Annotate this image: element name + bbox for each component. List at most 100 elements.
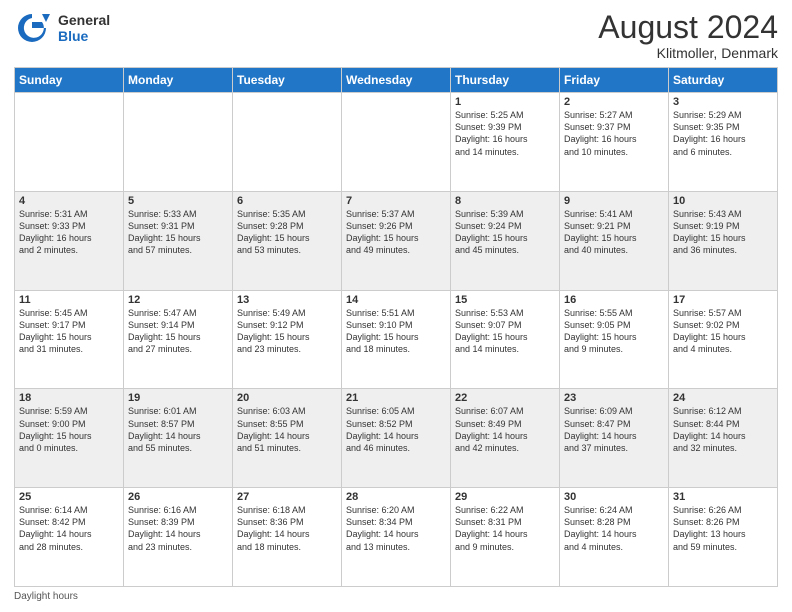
calendar-cell-1-7: 3Sunrise: 5:29 AM Sunset: 9:35 PM Daylig…: [669, 93, 778, 192]
day-info: Sunrise: 5:39 AM Sunset: 9:24 PM Dayligh…: [455, 208, 555, 257]
calendar-cell-4-5: 22Sunrise: 6:07 AM Sunset: 8:49 PM Dayli…: [451, 389, 560, 488]
week-row-4: 18Sunrise: 5:59 AM Sunset: 9:00 PM Dayli…: [15, 389, 778, 488]
calendar-cell-2-7: 10Sunrise: 5:43 AM Sunset: 9:19 PM Dayli…: [669, 191, 778, 290]
weekday-header-monday: Monday: [124, 68, 233, 93]
day-info: Sunrise: 5:55 AM Sunset: 9:05 PM Dayligh…: [564, 307, 664, 356]
calendar-cell-5-4: 28Sunrise: 6:20 AM Sunset: 8:34 PM Dayli…: [342, 488, 451, 587]
logo-icon: [14, 10, 50, 46]
calendar-cell-1-1: [15, 93, 124, 192]
weekday-header-sunday: Sunday: [15, 68, 124, 93]
day-number: 6: [237, 195, 337, 207]
day-info: Sunrise: 5:27 AM Sunset: 9:37 PM Dayligh…: [564, 109, 664, 158]
calendar-cell-5-3: 27Sunrise: 6:18 AM Sunset: 8:36 PM Dayli…: [233, 488, 342, 587]
calendar-cell-4-7: 24Sunrise: 6:12 AM Sunset: 8:44 PM Dayli…: [669, 389, 778, 488]
calendar-cell-4-2: 19Sunrise: 6:01 AM Sunset: 8:57 PM Dayli…: [124, 389, 233, 488]
day-number: 16: [564, 294, 664, 306]
day-info: Sunrise: 5:37 AM Sunset: 9:26 PM Dayligh…: [346, 208, 446, 257]
calendar-cell-1-6: 2Sunrise: 5:27 AM Sunset: 9:37 PM Daylig…: [560, 93, 669, 192]
day-number: 20: [237, 392, 337, 404]
day-number: 14: [346, 294, 446, 306]
day-info: Sunrise: 5:51 AM Sunset: 9:10 PM Dayligh…: [346, 307, 446, 356]
day-number: 18: [19, 392, 119, 404]
week-row-2: 4Sunrise: 5:31 AM Sunset: 9:33 PM Daylig…: [15, 191, 778, 290]
calendar-cell-5-7: 31Sunrise: 6:26 AM Sunset: 8:26 PM Dayli…: [669, 488, 778, 587]
calendar-cell-3-1: 11Sunrise: 5:45 AM Sunset: 9:17 PM Dayli…: [15, 290, 124, 389]
weekday-header-saturday: Saturday: [669, 68, 778, 93]
calendar-cell-4-1: 18Sunrise: 5:59 AM Sunset: 9:00 PM Dayli…: [15, 389, 124, 488]
day-info: Sunrise: 5:59 AM Sunset: 9:00 PM Dayligh…: [19, 405, 119, 454]
day-number: 24: [673, 392, 773, 404]
day-info: Sunrise: 5:47 AM Sunset: 9:14 PM Dayligh…: [128, 307, 228, 356]
day-number: 26: [128, 491, 228, 503]
day-info: Sunrise: 5:29 AM Sunset: 9:35 PM Dayligh…: [673, 109, 773, 158]
day-info: Sunrise: 6:24 AM Sunset: 8:28 PM Dayligh…: [564, 504, 664, 553]
day-number: 12: [128, 294, 228, 306]
day-number: 21: [346, 392, 446, 404]
day-number: 2: [564, 96, 664, 108]
daylight-label: Daylight hours: [14, 591, 78, 602]
calendar-cell-4-6: 23Sunrise: 6:09 AM Sunset: 8:47 PM Dayli…: [560, 389, 669, 488]
calendar-cell-5-5: 29Sunrise: 6:22 AM Sunset: 8:31 PM Dayli…: [451, 488, 560, 587]
calendar-cell-4-4: 21Sunrise: 6:05 AM Sunset: 8:52 PM Dayli…: [342, 389, 451, 488]
day-number: 7: [346, 195, 446, 207]
day-info: Sunrise: 5:45 AM Sunset: 9:17 PM Dayligh…: [19, 307, 119, 356]
day-info: Sunrise: 5:41 AM Sunset: 9:21 PM Dayligh…: [564, 208, 664, 257]
calendar-cell-1-4: [342, 93, 451, 192]
footer: Daylight hours: [14, 591, 778, 602]
logo: GeneralBlue: [14, 10, 110, 46]
week-row-1: 1Sunrise: 5:25 AM Sunset: 9:39 PM Daylig…: [15, 93, 778, 192]
header: GeneralBlue August 2024 Klitmoller, Denm…: [14, 10, 778, 61]
day-number: 23: [564, 392, 664, 404]
day-number: 28: [346, 491, 446, 503]
calendar-cell-5-1: 25Sunrise: 6:14 AM Sunset: 8:42 PM Dayli…: [15, 488, 124, 587]
day-info: Sunrise: 6:18 AM Sunset: 8:36 PM Dayligh…: [237, 504, 337, 553]
calendar-cell-2-4: 7Sunrise: 5:37 AM Sunset: 9:26 PM Daylig…: [342, 191, 451, 290]
day-number: 19: [128, 392, 228, 404]
day-number: 27: [237, 491, 337, 503]
page: GeneralBlue August 2024 Klitmoller, Denm…: [0, 0, 792, 612]
weekday-header-row: SundayMondayTuesdayWednesdayThursdayFrid…: [15, 68, 778, 93]
calendar-cell-3-7: 17Sunrise: 5:57 AM Sunset: 9:02 PM Dayli…: [669, 290, 778, 389]
calendar-cell-1-2: [124, 93, 233, 192]
calendar-cell-5-2: 26Sunrise: 6:16 AM Sunset: 8:39 PM Dayli…: [124, 488, 233, 587]
calendar-cell-5-6: 30Sunrise: 6:24 AM Sunset: 8:28 PM Dayli…: [560, 488, 669, 587]
calendar-cell-3-6: 16Sunrise: 5:55 AM Sunset: 9:05 PM Dayli…: [560, 290, 669, 389]
calendar-cell-3-3: 13Sunrise: 5:49 AM Sunset: 9:12 PM Dayli…: [233, 290, 342, 389]
calendar-cell-3-2: 12Sunrise: 5:47 AM Sunset: 9:14 PM Dayli…: [124, 290, 233, 389]
calendar-cell-2-2: 5Sunrise: 5:33 AM Sunset: 9:31 PM Daylig…: [124, 191, 233, 290]
day-info: Sunrise: 5:25 AM Sunset: 9:39 PM Dayligh…: [455, 109, 555, 158]
day-number: 13: [237, 294, 337, 306]
day-number: 4: [19, 195, 119, 207]
day-info: Sunrise: 6:07 AM Sunset: 8:49 PM Dayligh…: [455, 405, 555, 454]
day-number: 31: [673, 491, 773, 503]
logo-blue: Blue: [58, 28, 110, 44]
day-info: Sunrise: 6:05 AM Sunset: 8:52 PM Dayligh…: [346, 405, 446, 454]
week-row-3: 11Sunrise: 5:45 AM Sunset: 9:17 PM Dayli…: [15, 290, 778, 389]
day-info: Sunrise: 5:53 AM Sunset: 9:07 PM Dayligh…: [455, 307, 555, 356]
day-number: 25: [19, 491, 119, 503]
logo-general: General: [58, 12, 110, 28]
location: Klitmoller, Denmark: [598, 45, 778, 61]
calendar-cell-2-6: 9Sunrise: 5:41 AM Sunset: 9:21 PM Daylig…: [560, 191, 669, 290]
day-number: 17: [673, 294, 773, 306]
day-info: Sunrise: 6:03 AM Sunset: 8:55 PM Dayligh…: [237, 405, 337, 454]
day-number: 22: [455, 392, 555, 404]
day-number: 5: [128, 195, 228, 207]
day-number: 8: [455, 195, 555, 207]
weekday-header-thursday: Thursday: [451, 68, 560, 93]
day-info: Sunrise: 5:31 AM Sunset: 9:33 PM Dayligh…: [19, 208, 119, 257]
calendar: SundayMondayTuesdayWednesdayThursdayFrid…: [14, 67, 778, 587]
day-info: Sunrise: 6:12 AM Sunset: 8:44 PM Dayligh…: [673, 405, 773, 454]
calendar-cell-2-5: 8Sunrise: 5:39 AM Sunset: 9:24 PM Daylig…: [451, 191, 560, 290]
day-number: 1: [455, 96, 555, 108]
calendar-cell-4-3: 20Sunrise: 6:03 AM Sunset: 8:55 PM Dayli…: [233, 389, 342, 488]
calendar-cell-1-5: 1Sunrise: 5:25 AM Sunset: 9:39 PM Daylig…: [451, 93, 560, 192]
calendar-cell-2-3: 6Sunrise: 5:35 AM Sunset: 9:28 PM Daylig…: [233, 191, 342, 290]
day-number: 9: [564, 195, 664, 207]
day-number: 30: [564, 491, 664, 503]
calendar-cell-1-3: [233, 93, 342, 192]
day-number: 29: [455, 491, 555, 503]
day-info: Sunrise: 5:57 AM Sunset: 9:02 PM Dayligh…: [673, 307, 773, 356]
day-info: Sunrise: 6:26 AM Sunset: 8:26 PM Dayligh…: [673, 504, 773, 553]
weekday-header-wednesday: Wednesday: [342, 68, 451, 93]
